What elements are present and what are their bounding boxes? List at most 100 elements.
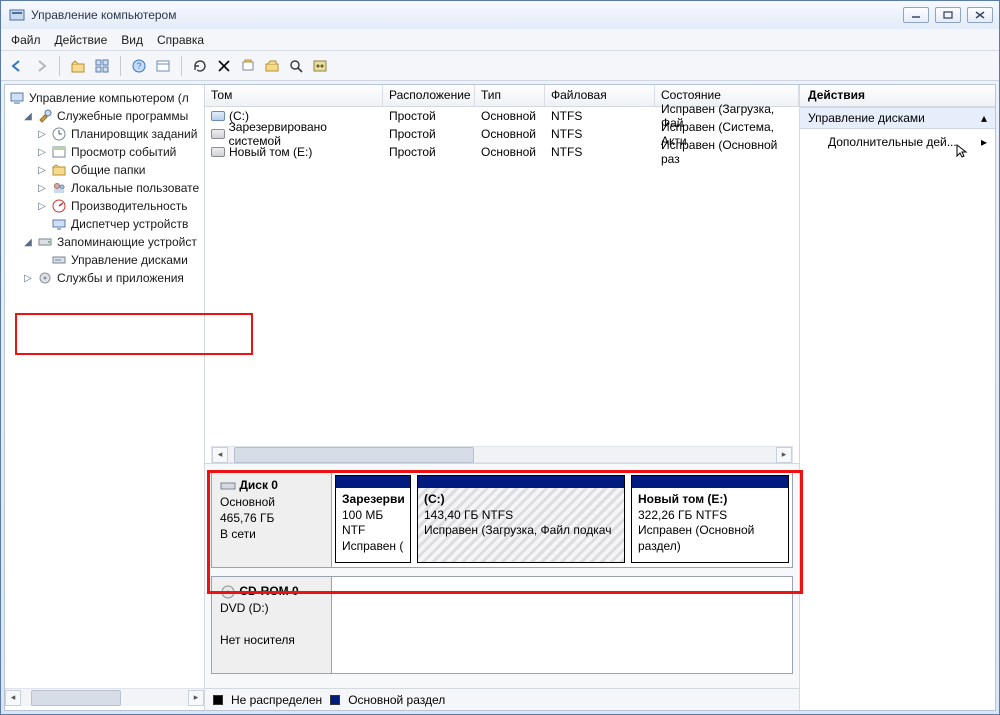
tree-disk-mgmt[interactable]: Управление дисками bbox=[33, 251, 204, 269]
search-icon[interactable] bbox=[286, 56, 306, 76]
tree-task-scheduler[interactable]: ▷ Планировщик заданий bbox=[33, 125, 204, 143]
back-button[interactable] bbox=[7, 56, 27, 76]
collapse-icon[interactable]: ▴ bbox=[981, 111, 987, 125]
volume-row[interactable]: Новый том (E:) Простой Основной NTFS Исп… bbox=[205, 143, 799, 161]
scroll-left-icon[interactable]: ◂ bbox=[212, 447, 228, 463]
vol-layout: Простой bbox=[389, 145, 436, 159]
expand-icon[interactable]: ▷ bbox=[37, 183, 47, 194]
tool-icon-2[interactable] bbox=[262, 56, 282, 76]
storage-icon bbox=[37, 234, 53, 250]
tree-label: Производительность bbox=[71, 199, 187, 213]
disk0-size: 465,76 ГБ bbox=[220, 511, 274, 525]
delete-icon[interactable] bbox=[214, 56, 234, 76]
vol-layout: Простой bbox=[389, 109, 436, 123]
maximize-button[interactable] bbox=[935, 7, 961, 23]
expand-icon[interactable]: ◢ bbox=[23, 237, 33, 248]
col-layout[interactable]: Расположение bbox=[383, 85, 475, 106]
scroll-right-icon[interactable]: ▸ bbox=[188, 690, 204, 706]
part-status: Исправен (Основной раздел) bbox=[638, 523, 754, 553]
part-size: 100 МБ NTF bbox=[342, 508, 383, 538]
tool-icon-1[interactable] bbox=[238, 56, 258, 76]
tree-shared-folders[interactable]: ▷ Общие папки bbox=[33, 161, 204, 179]
minimize-button[interactable] bbox=[903, 7, 929, 23]
event-icon bbox=[51, 144, 67, 160]
scroll-right-icon[interactable]: ▸ bbox=[776, 447, 792, 463]
scroll-thumb[interactable] bbox=[234, 447, 474, 463]
vol-name: Зарезервировано системой bbox=[229, 120, 377, 148]
expand-icon[interactable]: ▷ bbox=[23, 273, 33, 284]
vol-fs: NTFS bbox=[551, 145, 582, 159]
tree-event-viewer[interactable]: ▷ Просмотр событий bbox=[33, 143, 204, 161]
col-type[interactable]: Тип bbox=[475, 85, 545, 106]
computer-icon bbox=[9, 90, 25, 106]
refresh-icon[interactable] bbox=[190, 56, 210, 76]
part-size: 322,26 ГБ NTFS bbox=[638, 508, 727, 522]
legend-primary: Основной раздел bbox=[348, 693, 445, 707]
separator-icon bbox=[120, 56, 121, 76]
window-title: Управление компьютером bbox=[31, 8, 176, 22]
clock-icon bbox=[51, 126, 67, 142]
expand-icon[interactable]: ◢ bbox=[23, 111, 33, 122]
tree-label: Локальные пользовате bbox=[71, 181, 199, 195]
up-icon[interactable] bbox=[68, 56, 88, 76]
tree-label: Просмотр событий bbox=[71, 145, 176, 159]
device-icon bbox=[51, 216, 67, 232]
part-status: Исправен (Загрузка, Файл подкач bbox=[424, 523, 611, 537]
menu-view[interactable]: Вид bbox=[121, 33, 143, 47]
cdrom-kind: DVD (D:) bbox=[220, 601, 269, 615]
app-window: Управление компьютером Файл Действие Вид… bbox=[0, 0, 1000, 715]
partition-e[interactable]: Новый том (E:) 322,26 ГБ NTFS Исправен (… bbox=[631, 475, 789, 563]
tree-performance[interactable]: ▷ Производительность bbox=[33, 197, 204, 215]
expand-icon[interactable]: ▷ bbox=[37, 129, 47, 140]
drive-icon bbox=[211, 147, 225, 157]
tree-hscrollbar[interactable]: ◂ ▸ bbox=[5, 688, 204, 706]
menu-file[interactable]: Файл bbox=[11, 33, 41, 47]
col-fs[interactable]: Файловая система bbox=[545, 85, 655, 106]
partition-reserved[interactable]: Зарезерви 100 МБ NTF Исправен ( bbox=[335, 475, 411, 563]
window-controls bbox=[903, 7, 993, 23]
menu-action[interactable]: Действие bbox=[55, 33, 108, 47]
properties-icon[interactable] bbox=[92, 56, 112, 76]
tree-label: Общие папки bbox=[71, 163, 145, 177]
cdrom-row[interactable]: CD-ROM 0 DVD (D:) Нет носителя bbox=[211, 576, 793, 674]
disk0-row[interactable]: Диск 0 Основной 465,76 ГБ В сети Зарезер… bbox=[211, 470, 793, 568]
chevron-right-icon: ▸ bbox=[981, 135, 987, 149]
volumes-list: (C:) Простой Основной NTFS Исправен (Заг… bbox=[205, 107, 799, 161]
tree-device-manager[interactable]: Диспетчер устройств bbox=[33, 215, 204, 233]
help-icon[interactable]: ? bbox=[129, 56, 149, 76]
services-icon bbox=[37, 270, 53, 286]
tree-storage[interactable]: ◢ Запоминающие устройст bbox=[19, 233, 204, 251]
scroll-thumb[interactable] bbox=[31, 690, 121, 706]
tree-label: Запоминающие устройст bbox=[57, 235, 197, 249]
expand-icon[interactable]: ▷ bbox=[37, 147, 47, 158]
partition-c[interactable]: (C:) 143,40 ГБ NTFS Исправен (Загрузка, … bbox=[417, 475, 625, 563]
tree-label: Планировщик заданий bbox=[71, 127, 197, 141]
scroll-left-icon[interactable]: ◂ bbox=[5, 690, 21, 706]
expand-icon[interactable]: ▷ bbox=[37, 165, 47, 176]
col-volume[interactable]: Том bbox=[205, 85, 383, 106]
tree-label: Служебные программы bbox=[57, 109, 188, 123]
actions-group-disk-mgmt[interactable]: Управление дисками ▴ bbox=[800, 107, 995, 129]
tree-local-users[interactable]: ▷ Локальные пользовате bbox=[33, 179, 204, 197]
close-button[interactable] bbox=[967, 7, 993, 23]
volumes-hscrollbar[interactable]: ◂ ▸ bbox=[211, 446, 793, 463]
tree-system-tools[interactable]: ◢ Служебные программы bbox=[19, 107, 204, 125]
disk-graphic-area: Диск 0 Основной 465,76 ГБ В сети Зарезер… bbox=[205, 463, 799, 688]
separator-icon bbox=[59, 56, 60, 76]
legend-unalloc: Не распределен bbox=[231, 693, 322, 707]
tree-root[interactable]: Управление компьютером (л bbox=[5, 89, 204, 107]
vol-fs: NTFS bbox=[551, 127, 582, 141]
perf-icon bbox=[51, 198, 67, 214]
primary-stripe-icon bbox=[418, 476, 624, 488]
view-icon[interactable] bbox=[153, 56, 173, 76]
tool-icon-3[interactable] bbox=[310, 56, 330, 76]
expand-icon[interactable]: ▷ bbox=[37, 201, 47, 212]
tree-root-label: Управление компьютером (л bbox=[29, 91, 189, 105]
tree-services-apps[interactable]: ▷ Службы и приложения bbox=[19, 269, 204, 287]
vol-status: Исправен (Основной раз bbox=[661, 138, 793, 166]
actions-more[interactable]: Дополнительные дей... ▸ bbox=[800, 129, 995, 155]
tree-pane: Управление компьютером (л ◢ Служебные пр… bbox=[5, 85, 205, 710]
forward-button[interactable] bbox=[31, 56, 51, 76]
menu-help[interactable]: Справка bbox=[157, 33, 204, 47]
vol-type: Основной bbox=[481, 145, 536, 159]
